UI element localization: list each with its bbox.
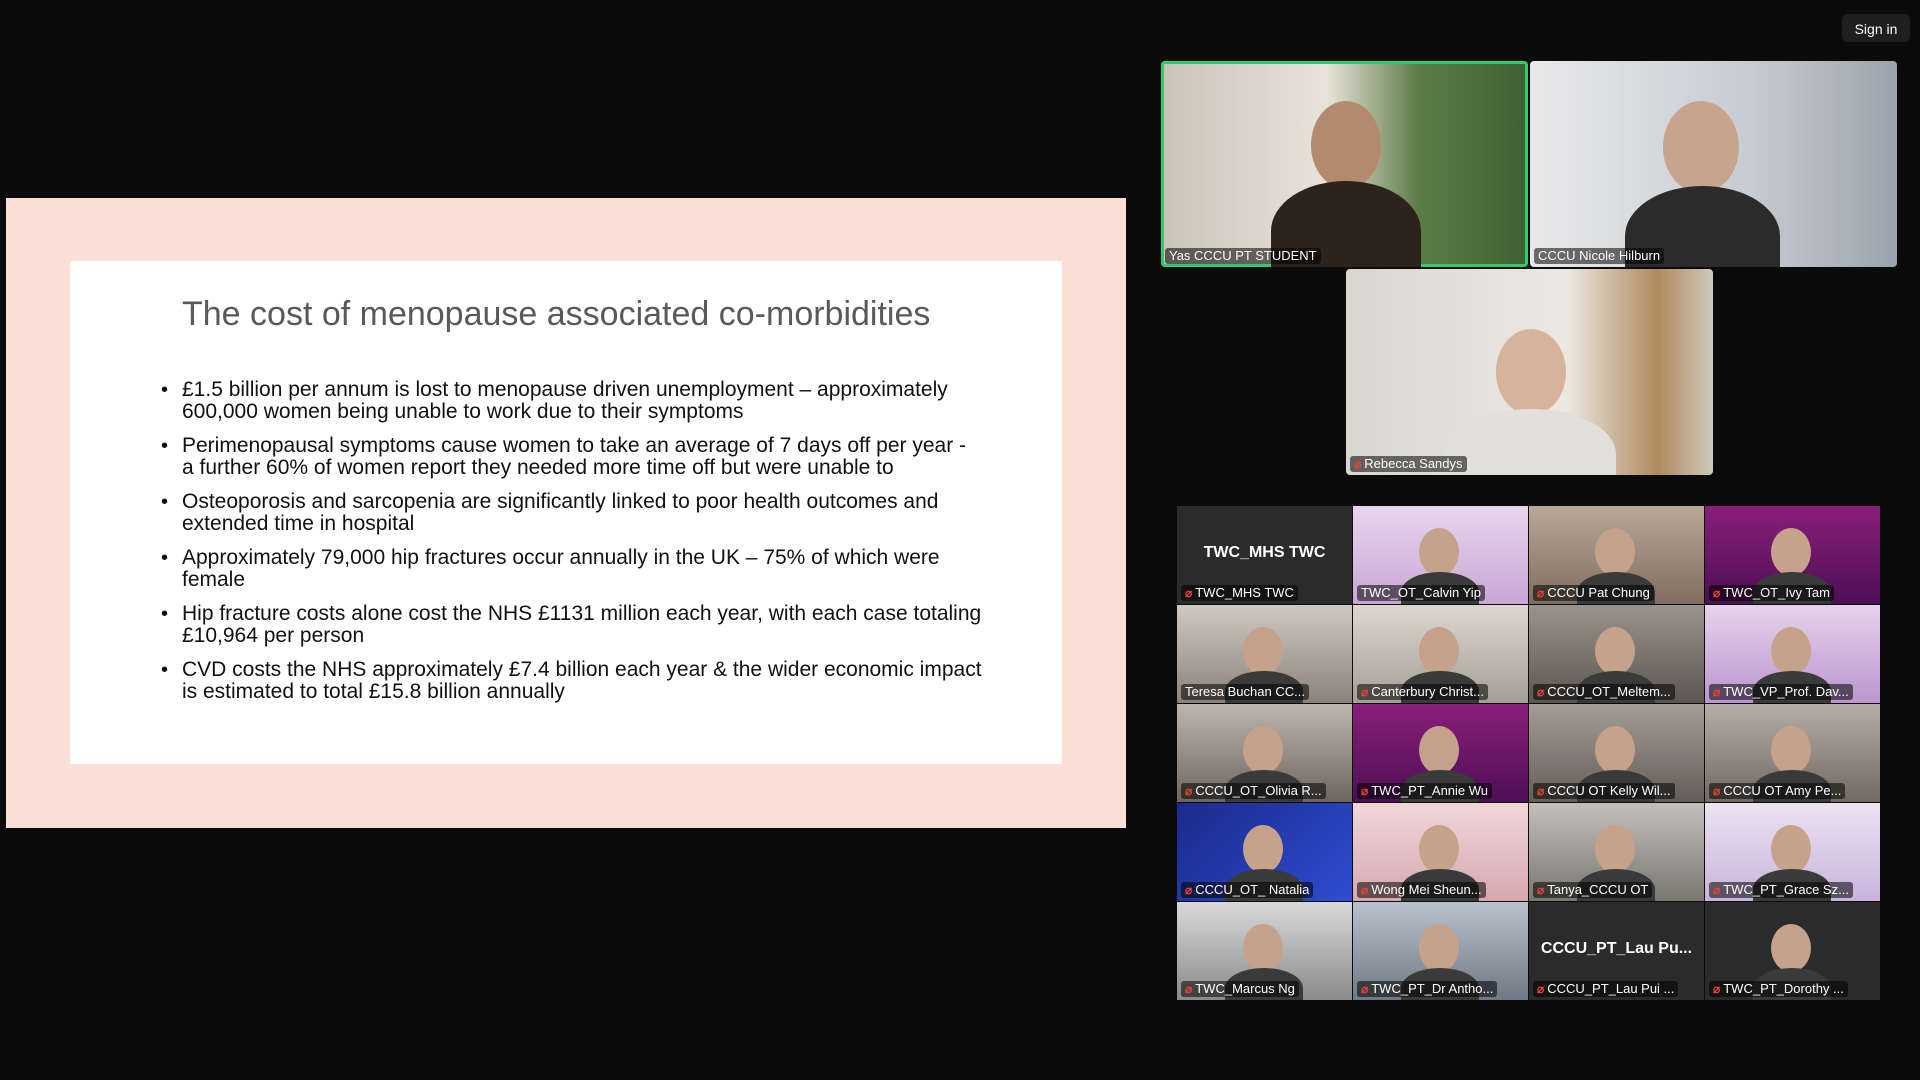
gallery-tile[interactable]: ⌀ TWC_PT_Dr Antho...: [1353, 902, 1528, 1000]
participant-name: ⌀ CCCU OT Amy Pe...: [1709, 783, 1846, 799]
slide-bullet: Approximately 79,000 hip fractures occur…: [161, 547, 982, 591]
gallery-tile[interactable]: ⌀ CCCU_OT_Meltem...: [1529, 605, 1704, 703]
microphone-muted-icon: ⌀: [1185, 883, 1193, 897]
participant-video: [1243, 825, 1283, 873]
gallery-tile[interactable]: Teresa Buchan CC...: [1177, 605, 1352, 703]
participant-name: ⌀ Canterbury Christ...: [1357, 684, 1488, 700]
microphone-muted-icon: ⌀: [1185, 982, 1193, 996]
slide-title: The cost of menopause associated co-morb…: [182, 295, 931, 333]
participant-name: TWC_OT_Calvin Yip: [1357, 585, 1485, 601]
gallery-tile[interactable]: TWC_OT_Calvin Yip: [1353, 506, 1528, 604]
slide-bullet: £1.5 billion per annum is lost to menopa…: [161, 379, 982, 423]
gallery-tile[interactable]: ⌀ Canterbury Christ...: [1353, 605, 1528, 703]
microphone-muted-icon: ⌀: [1537, 982, 1545, 996]
gallery-tile[interactable]: ⌀ Tanya_CCCU OT: [1529, 803, 1704, 901]
participant-name: Teresa Buchan CC...: [1181, 684, 1309, 700]
participant-name: ⌀ TWC_PT_Grace Sz...: [1709, 882, 1853, 898]
microphone-muted-icon: ⌀: [1361, 982, 1369, 996]
participant-video: [1663, 101, 1739, 193]
participant-name: ⌀ TWC_PT_Annie Wu: [1357, 783, 1493, 799]
participant-video: [1419, 924, 1459, 972]
participant-name: ⌀ CCCU_OT_ Natalia: [1181, 882, 1314, 898]
microphone-muted-icon: ⌀: [1537, 784, 1545, 798]
participant-video: [1311, 101, 1381, 189]
participant-video: [1243, 924, 1283, 972]
microphone-muted-icon: ⌀: [1354, 457, 1362, 471]
microphone-muted-icon: ⌀: [1713, 685, 1721, 699]
microphone-muted-icon: ⌀: [1361, 685, 1369, 699]
microphone-muted-icon: ⌀: [1537, 883, 1545, 897]
microphone-muted-icon: ⌀: [1713, 784, 1721, 798]
microphone-muted-icon: ⌀: [1537, 586, 1545, 600]
video-tile-yas[interactable]: Yas CCCU PT STUDENT: [1161, 61, 1528, 267]
participant-display-name: CCCU_PT_Lau Pu...: [1540, 940, 1693, 957]
participant-video: [1243, 726, 1283, 774]
participant-name: ⌀ CCCU Pat Chung: [1533, 585, 1654, 601]
microphone-muted-icon: ⌀: [1713, 883, 1721, 897]
participant-name: ⌀ TWC_PT_Dr Antho...: [1357, 981, 1498, 997]
microphone-muted-icon: ⌀: [1537, 685, 1545, 699]
participant-name: ⌀ TWC_PT_Dorothy ...: [1709, 981, 1848, 997]
participant-video: [1419, 528, 1459, 576]
video-tile-rebecca[interactable]: ⌀ Rebecca Sandys: [1346, 269, 1713, 475]
participant-video: [1771, 528, 1811, 576]
participant-video: [1595, 627, 1635, 675]
participant-video: [1243, 627, 1283, 675]
video-tile-nicole[interactable]: CCCU Nicole Hilburn: [1530, 61, 1897, 267]
participant-video: [1419, 825, 1459, 873]
participant-name: ⌀ CCCU_OT_Meltem...: [1533, 684, 1675, 700]
slide-bullet: Osteoporosis and sarcopenia are signific…: [161, 491, 982, 535]
participant-video: [1771, 726, 1811, 774]
gallery-tile[interactable]: ⌀ TWC_VP_Prof. Dav...: [1705, 605, 1880, 703]
gallery-tile[interactable]: ⌀ CCCU_OT_Olivia R...: [1177, 704, 1352, 802]
microphone-muted-icon: ⌀: [1185, 784, 1193, 798]
participant-name: ⌀ CCCU OT Kelly Wil...: [1533, 783, 1675, 799]
participant-name: ⌀ Wong Mei Sheun...: [1357, 882, 1486, 898]
shared-screen: The cost of menopause associated co-morb…: [6, 198, 1126, 828]
participant-video: [1595, 528, 1635, 576]
slide-bullet: Hip fracture costs alone cost the NHS £1…: [161, 603, 982, 647]
participant-name: ⌀ TWC_VP_Prof. Dav...: [1709, 684, 1853, 700]
gallery-tile[interactable]: ⌀ TWC_Marcus Ng: [1177, 902, 1352, 1000]
microphone-muted-icon: ⌀: [1361, 784, 1369, 798]
participant-video: [1419, 726, 1459, 774]
gallery-tile[interactable]: ⌀ CCCU Pat Chung: [1529, 506, 1704, 604]
participant-name: Yas CCCU PT STUDENT: [1165, 248, 1321, 264]
participant-name: ⌀ TWC_MHS TWC: [1181, 585, 1298, 601]
participant-video: [1595, 825, 1635, 873]
gallery-tile[interactable]: CCCU_PT_Lau Pu... ⌀ CCCU_PT_Lau Pui ...: [1529, 902, 1704, 1000]
participant-display-name: TWC_MHS TWC: [1203, 544, 1326, 561]
gallery-tile[interactable]: TWC_MHS TWC ⌀ TWC_MHS TWC: [1177, 506, 1352, 604]
microphone-muted-icon: ⌀: [1185, 586, 1193, 600]
sign-in-button[interactable]: Sign in: [1842, 14, 1910, 42]
gallery-tile[interactable]: ⌀ CCCU OT Amy Pe...: [1705, 704, 1880, 802]
participant-video: [1496, 329, 1566, 415]
participant-name: ⌀ TWC_Marcus Ng: [1181, 981, 1299, 997]
participant-name: CCCU Nicole Hilburn: [1534, 248, 1665, 264]
participant-name: ⌀ TWC_OT_Ivy Tam: [1709, 585, 1834, 601]
gallery-tile[interactable]: ⌀ TWC_OT_Ivy Tam: [1705, 506, 1880, 604]
participant-name: ⌀ Tanya_CCCU OT: [1533, 882, 1653, 898]
microphone-muted-icon: ⌀: [1361, 883, 1369, 897]
microphone-muted-icon: ⌀: [1713, 586, 1721, 600]
gallery-tile[interactable]: ⌀ TWC_PT_Annie Wu: [1353, 704, 1528, 802]
participant-video: [1595, 726, 1635, 774]
slide-bullet: CVD costs the NHS approximately £7.4 bil…: [161, 659, 982, 703]
participant-video: [1771, 627, 1811, 675]
slide-content: The cost of menopause associated co-morb…: [70, 261, 1062, 764]
microphone-muted-icon: ⌀: [1713, 982, 1721, 996]
participant-video: [1771, 825, 1811, 873]
participant-video: [1419, 627, 1459, 675]
participant-name: ⌀ Rebecca Sandys: [1350, 456, 1467, 472]
gallery-tile[interactable]: ⌀ Wong Mei Sheun...: [1353, 803, 1528, 901]
gallery-tile[interactable]: ⌀ CCCU_OT_ Natalia: [1177, 803, 1352, 901]
gallery-tile[interactable]: ⌀ CCCU OT Kelly Wil...: [1529, 704, 1704, 802]
participant-name: ⌀ CCCU_OT_Olivia R...: [1181, 783, 1326, 799]
slide-bullets: £1.5 billion per annum is lost to menopa…: [161, 379, 982, 715]
slide-bullet: Perimenopausal symptoms cause women to t…: [161, 435, 982, 479]
participant-name: ⌀ CCCU_PT_Lau Pui ...: [1533, 981, 1679, 997]
gallery-tile[interactable]: ⌀ TWC_PT_Dorothy ...: [1705, 902, 1880, 1000]
participant-video: [1771, 924, 1811, 972]
gallery-tile[interactable]: ⌀ TWC_PT_Grace Sz...: [1705, 803, 1880, 901]
